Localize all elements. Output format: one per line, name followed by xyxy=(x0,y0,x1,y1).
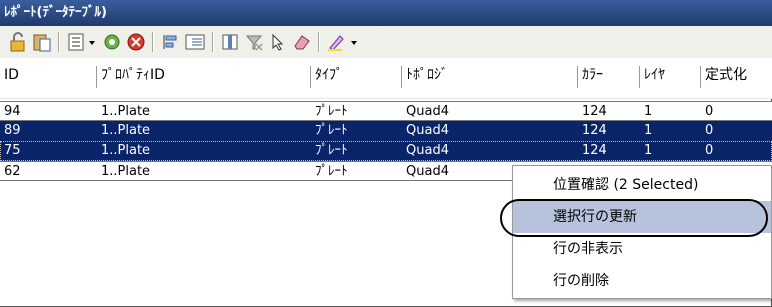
dropdown-arrow-icon[interactable] xyxy=(350,31,358,53)
table-header: ID ﾌﾟﾛﾊﾟﾃｨID ﾀｲﾌﾟ ﾄﾎﾟﾛｼﾞ ｶﾗｰ ﾚｲﾔ 定式化 xyxy=(0,58,772,99)
table-row[interactable]: 75 1..Plate ﾌﾟﾚｰﾄ Quad4 124 1 0 xyxy=(0,141,772,161)
cell-topology: Quad4 xyxy=(406,164,449,179)
window-title: ﾚﾎﾟｰﾄ(ﾃﾞｰﾀﾃｰﾌﾞﾙ) xyxy=(0,0,772,26)
toolbar-separator xyxy=(318,32,320,52)
column-header-property-id[interactable]: ﾌﾟﾛﾊﾟﾃｨID xyxy=(97,58,310,98)
cell-property-id: 1..Plate xyxy=(101,164,151,179)
report-window: ﾚﾎﾟｰﾄ(ﾃﾞｰﾀﾃｰﾌﾞﾙ) ID ﾌﾟﾛﾊﾟﾃｨID ﾀｲﾌﾟ ﾄﾎﾟﾛｼ… xyxy=(0,0,772,307)
cell-property-id: 1..Plate xyxy=(101,143,151,158)
cell-formulation: 0 xyxy=(705,104,714,119)
cell-color: 124 xyxy=(582,123,607,138)
cell-layer: 1 xyxy=(644,123,653,138)
toolbar-separator xyxy=(58,32,60,52)
menu-item-update-selected-rows[interactable]: 選択行の更新 xyxy=(513,201,771,233)
column-header-formulation[interactable]: 定式化 xyxy=(701,58,772,98)
dropdown-arrow-icon[interactable] xyxy=(88,31,96,53)
cell-topology: Quad4 xyxy=(406,143,449,158)
cell-type: ﾌﾟﾚｰﾄ xyxy=(315,104,348,119)
cell-id: 62 xyxy=(4,164,21,179)
cell-type: ﾌﾟﾚｰﾄ xyxy=(315,164,348,179)
cell-layer: 1 xyxy=(644,104,653,119)
paste-icon[interactable] xyxy=(32,31,52,53)
cell-id: 75 xyxy=(4,143,21,158)
column-icon[interactable] xyxy=(220,31,240,53)
filter-clear-icon[interactable] xyxy=(244,31,264,53)
list-icon[interactable] xyxy=(66,31,86,53)
pointer-icon[interactable] xyxy=(268,31,288,53)
toolbar xyxy=(0,26,772,59)
menu-item-delete-rows[interactable]: 行の削除 xyxy=(513,265,771,297)
menu-item-locate[interactable]: 位置確認 (2 Selected) xyxy=(513,169,771,201)
cell-layer: 1 xyxy=(644,143,653,158)
context-menu: 位置確認 (2 Selected) 選択行の更新 行の非表示 行の削除 xyxy=(512,165,772,299)
cell-id: 89 xyxy=(4,123,21,138)
toolbar-separator xyxy=(212,32,214,52)
toolbar-separator xyxy=(152,32,154,52)
gear-green-icon[interactable] xyxy=(102,31,122,53)
column-header-topology[interactable]: ﾄﾎﾟﾛｼﾞ xyxy=(402,58,577,98)
cell-id: 94 xyxy=(4,104,21,119)
cell-property-id: 1..Plate xyxy=(101,123,151,138)
align-left-icon[interactable] xyxy=(160,31,180,53)
delete-red-icon[interactable] xyxy=(126,31,146,53)
table-row[interactable]: 89 1..Plate ﾌﾟﾚｰﾄ Quad4 124 1 0 xyxy=(0,121,772,141)
numbered-list-icon[interactable] xyxy=(184,31,206,53)
cell-color: 124 xyxy=(582,143,607,158)
column-header-layer[interactable]: ﾚｲﾔ xyxy=(640,58,700,98)
column-header-color[interactable]: ｶﾗｰ xyxy=(578,58,639,98)
cell-property-id: 1..Plate xyxy=(101,104,151,119)
highlighter-icon[interactable] xyxy=(326,31,348,53)
cell-type: ﾌﾟﾚｰﾄ xyxy=(315,143,348,158)
cell-formulation: 0 xyxy=(705,123,714,138)
cell-type: ﾌﾟﾚｰﾄ xyxy=(315,123,348,138)
menu-item-hide-rows[interactable]: 行の非表示 xyxy=(513,233,771,265)
cell-color: 124 xyxy=(582,104,607,119)
table-row[interactable]: 94 1..Plate ﾌﾟﾚｰﾄ Quad4 124 1 0 xyxy=(0,101,772,121)
cell-topology: Quad4 xyxy=(406,104,449,119)
lock-open-icon[interactable] xyxy=(8,31,28,53)
eraser-icon[interactable] xyxy=(292,31,312,53)
cell-topology: Quad4 xyxy=(406,123,449,138)
column-header-id[interactable]: ID xyxy=(0,58,96,98)
column-header-type[interactable]: ﾀｲﾌﾟ xyxy=(311,58,401,98)
cell-formulation: 0 xyxy=(705,143,714,158)
